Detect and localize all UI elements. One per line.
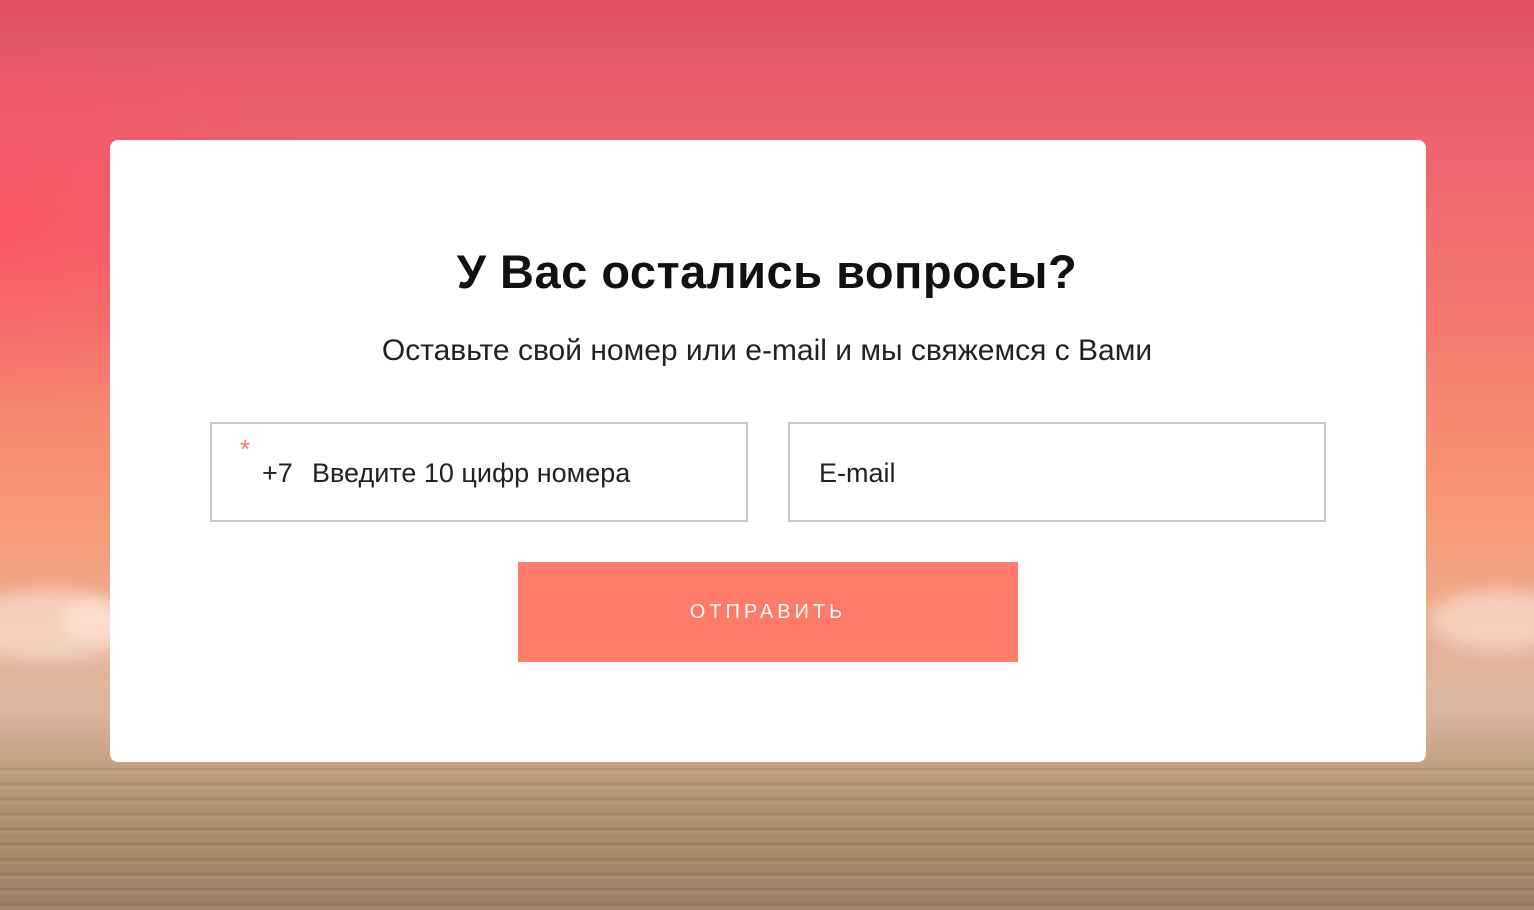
phone-country-prefix: +7 — [262, 458, 293, 488]
sea-surface — [0, 760, 1534, 910]
phone-field[interactable]: * +7 — [210, 422, 748, 522]
submit-button[interactable]: ОТПРАВИТЬ — [518, 562, 1018, 662]
cloud-right — [1430, 590, 1534, 650]
required-asterisk: * — [240, 434, 251, 464]
phone-input[interactable] — [312, 448, 732, 498]
email-input[interactable] — [819, 448, 1309, 498]
form-title: У Вас остались вопросы? — [456, 245, 1078, 298]
form-subtitle: Оставьте свой номер или e-mail и мы свяж… — [381, 334, 1153, 367]
email-field[interactable] — [788, 422, 1326, 522]
